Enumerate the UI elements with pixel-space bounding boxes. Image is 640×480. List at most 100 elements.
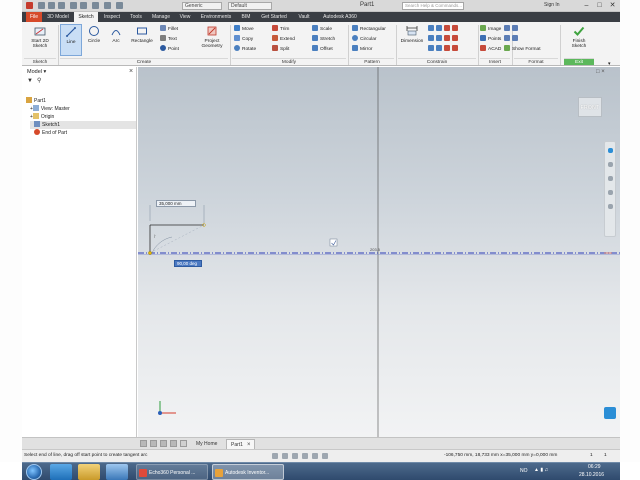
start-button-icon[interactable]: [26, 464, 42, 480]
tangent-constraint-icon[interactable]: [444, 35, 450, 41]
project-geometry-button[interactable]: Project Geometry: [198, 24, 226, 56]
help-search-input[interactable]: Search Help & Commands...: [402, 2, 464, 10]
vertical-constraint-icon[interactable]: [436, 45, 442, 51]
scale-button[interactable]: Scale: [312, 25, 332, 34]
tab-autodesk-a360[interactable]: Autodesk A360: [316, 12, 364, 22]
steering-wheel-icon[interactable]: [608, 148, 613, 153]
update-icon[interactable]: [116, 2, 123, 9]
tree-item-sketch1[interactable]: Sketch1: [30, 121, 136, 129]
viewport-minimize-icon[interactable]: □ ×: [596, 69, 605, 75]
taskbar-task-echo360[interactable]: Echo360 Personal ...: [136, 464, 208, 480]
filter-icon[interactable]: ▼: [27, 78, 33, 84]
acad-button[interactable]: ACAD: [480, 45, 501, 54]
scroll-left-icon[interactable]: [180, 440, 187, 447]
tree-item-view-master[interactable]: + View: Master: [30, 105, 70, 113]
select-icon[interactable]: [104, 2, 111, 9]
look-at-icon[interactable]: [608, 204, 613, 209]
document-menu-icon[interactable]: [170, 440, 177, 447]
status-tool-icon[interactable]: [272, 453, 278, 459]
rotate-button[interactable]: Rotate: [234, 45, 256, 54]
fillet-button[interactable]: Fillet: [160, 25, 178, 34]
tab-vault[interactable]: Vault: [294, 12, 314, 22]
language-indicator[interactable]: NO: [520, 468, 528, 474]
status-tool-icon[interactable]: [282, 453, 288, 459]
tab-3d-model[interactable]: 3D Model: [44, 12, 72, 22]
lock-constraint-icon[interactable]: [444, 25, 450, 31]
clock-time[interactable]: 06:29: [588, 464, 601, 470]
zoom-icon[interactable]: [608, 176, 613, 181]
point-button[interactable]: Point: [160, 45, 179, 54]
graphics-viewport[interactable]: |· 35,000 mm 90,00 deg 203,5 □ × FRONT: [138, 67, 620, 437]
status-tool-icon[interactable]: [322, 453, 328, 459]
tab-get-started[interactable]: Get Started: [256, 12, 292, 22]
tree-item-end-of-part[interactable]: End of Part: [34, 129, 67, 137]
pan-icon[interactable]: [608, 162, 613, 167]
finish-sketch-button[interactable]: Finish Sketch: [566, 24, 592, 56]
tab-my-home[interactable]: My Home: [192, 439, 221, 449]
tree-item-origin[interactable]: + Origin: [30, 113, 54, 121]
file-explorer-icon[interactable]: [78, 464, 100, 480]
perpendicular-constraint-icon[interactable]: [452, 25, 458, 31]
close-tab-icon[interactable]: ×: [247, 442, 251, 448]
centerline-icon[interactable]: [512, 25, 518, 31]
find-icon[interactable]: ⚲: [37, 78, 43, 84]
offset-button[interactable]: Offset: [312, 45, 333, 54]
home-icon[interactable]: [92, 2, 99, 9]
status-tool-icon[interactable]: [302, 453, 308, 459]
start-point[interactable]: [148, 251, 152, 255]
tab-file[interactable]: File: [26, 12, 42, 22]
driven-dimension-icon[interactable]: [512, 35, 518, 41]
style-dropdown[interactable]: Generic: [182, 2, 222, 10]
media-player-icon[interactable]: [106, 464, 128, 480]
orbit-icon[interactable]: [608, 190, 613, 195]
tab-sketch[interactable]: Sketch: [74, 12, 98, 22]
save-icon[interactable]: [58, 2, 65, 9]
rectangle-button[interactable]: Rectangle: [127, 24, 157, 56]
circular-pattern-button[interactable]: Circular: [352, 35, 377, 44]
stretch-button[interactable]: Stretch: [312, 35, 335, 44]
open-file-icon[interactable]: [48, 2, 55, 9]
status-tool-icon[interactable]: [292, 453, 298, 459]
circle-button[interactable]: Circle: [83, 24, 105, 56]
equal-constraint-icon[interactable]: [452, 35, 458, 41]
internet-explorer-icon[interactable]: [50, 464, 72, 480]
tile-windows-icon[interactable]: [140, 440, 147, 447]
view-options-icon[interactable]: [604, 407, 616, 419]
tab-manage[interactable]: Manage: [148, 12, 174, 22]
split-button[interactable]: Split: [272, 45, 289, 54]
sketch-canvas[interactable]: |·: [138, 67, 620, 437]
arrange-windows-icon[interactable]: [160, 440, 167, 447]
smooth-constraint-icon[interactable]: [452, 45, 458, 51]
parallel-constraint-icon[interactable]: [436, 25, 442, 31]
cascade-windows-icon[interactable]: [150, 440, 157, 447]
close-icon[interactable]: ✕: [606, 0, 619, 11]
points-button[interactable]: Points: [480, 35, 501, 44]
status-tool-icon[interactable]: [312, 453, 318, 459]
undo-icon[interactable]: [70, 2, 77, 9]
move-button[interactable]: Move: [234, 25, 254, 34]
tab-tools[interactable]: Tools: [126, 12, 146, 22]
rectangular-pattern-button[interactable]: Rectangular: [352, 25, 386, 34]
extend-button[interactable]: Extend: [272, 35, 295, 44]
new-file-icon[interactable]: [38, 2, 45, 9]
symmetric-constraint-icon[interactable]: [444, 45, 450, 51]
arc-button[interactable]: Arc: [105, 24, 127, 56]
construction-icon[interactable]: [504, 25, 510, 31]
start-2d-sketch-button[interactable]: Start 2D Sketch: [26, 24, 54, 56]
appearance-dropdown[interactable]: Default: [228, 2, 272, 10]
clock-date[interactable]: 28.10.2016: [579, 472, 604, 478]
copy-button[interactable]: Copy: [234, 35, 253, 44]
angle-dimension-input[interactable]: 90,00 deg: [174, 260, 202, 267]
taskbar-task-inventor[interactable]: Autodesk Inventor...: [212, 464, 284, 480]
collinear-constraint-icon[interactable]: [428, 35, 434, 41]
browser-title[interactable]: Model ▾: [22, 67, 137, 77]
mirror-button[interactable]: Mirror: [352, 45, 373, 54]
tab-part1[interactable]: Part1 ×: [226, 439, 256, 449]
redo-icon[interactable]: [80, 2, 87, 9]
tree-item-part1[interactable]: Part1: [26, 97, 46, 105]
tray-icons[interactable]: ▲ ▮ ♫: [534, 467, 548, 473]
center-point-icon[interactable]: [504, 35, 510, 41]
horizontal-constraint-icon[interactable]: [436, 35, 442, 41]
app-menu-icon[interactable]: [26, 2, 33, 9]
tab-bim[interactable]: BIM: [238, 12, 254, 22]
